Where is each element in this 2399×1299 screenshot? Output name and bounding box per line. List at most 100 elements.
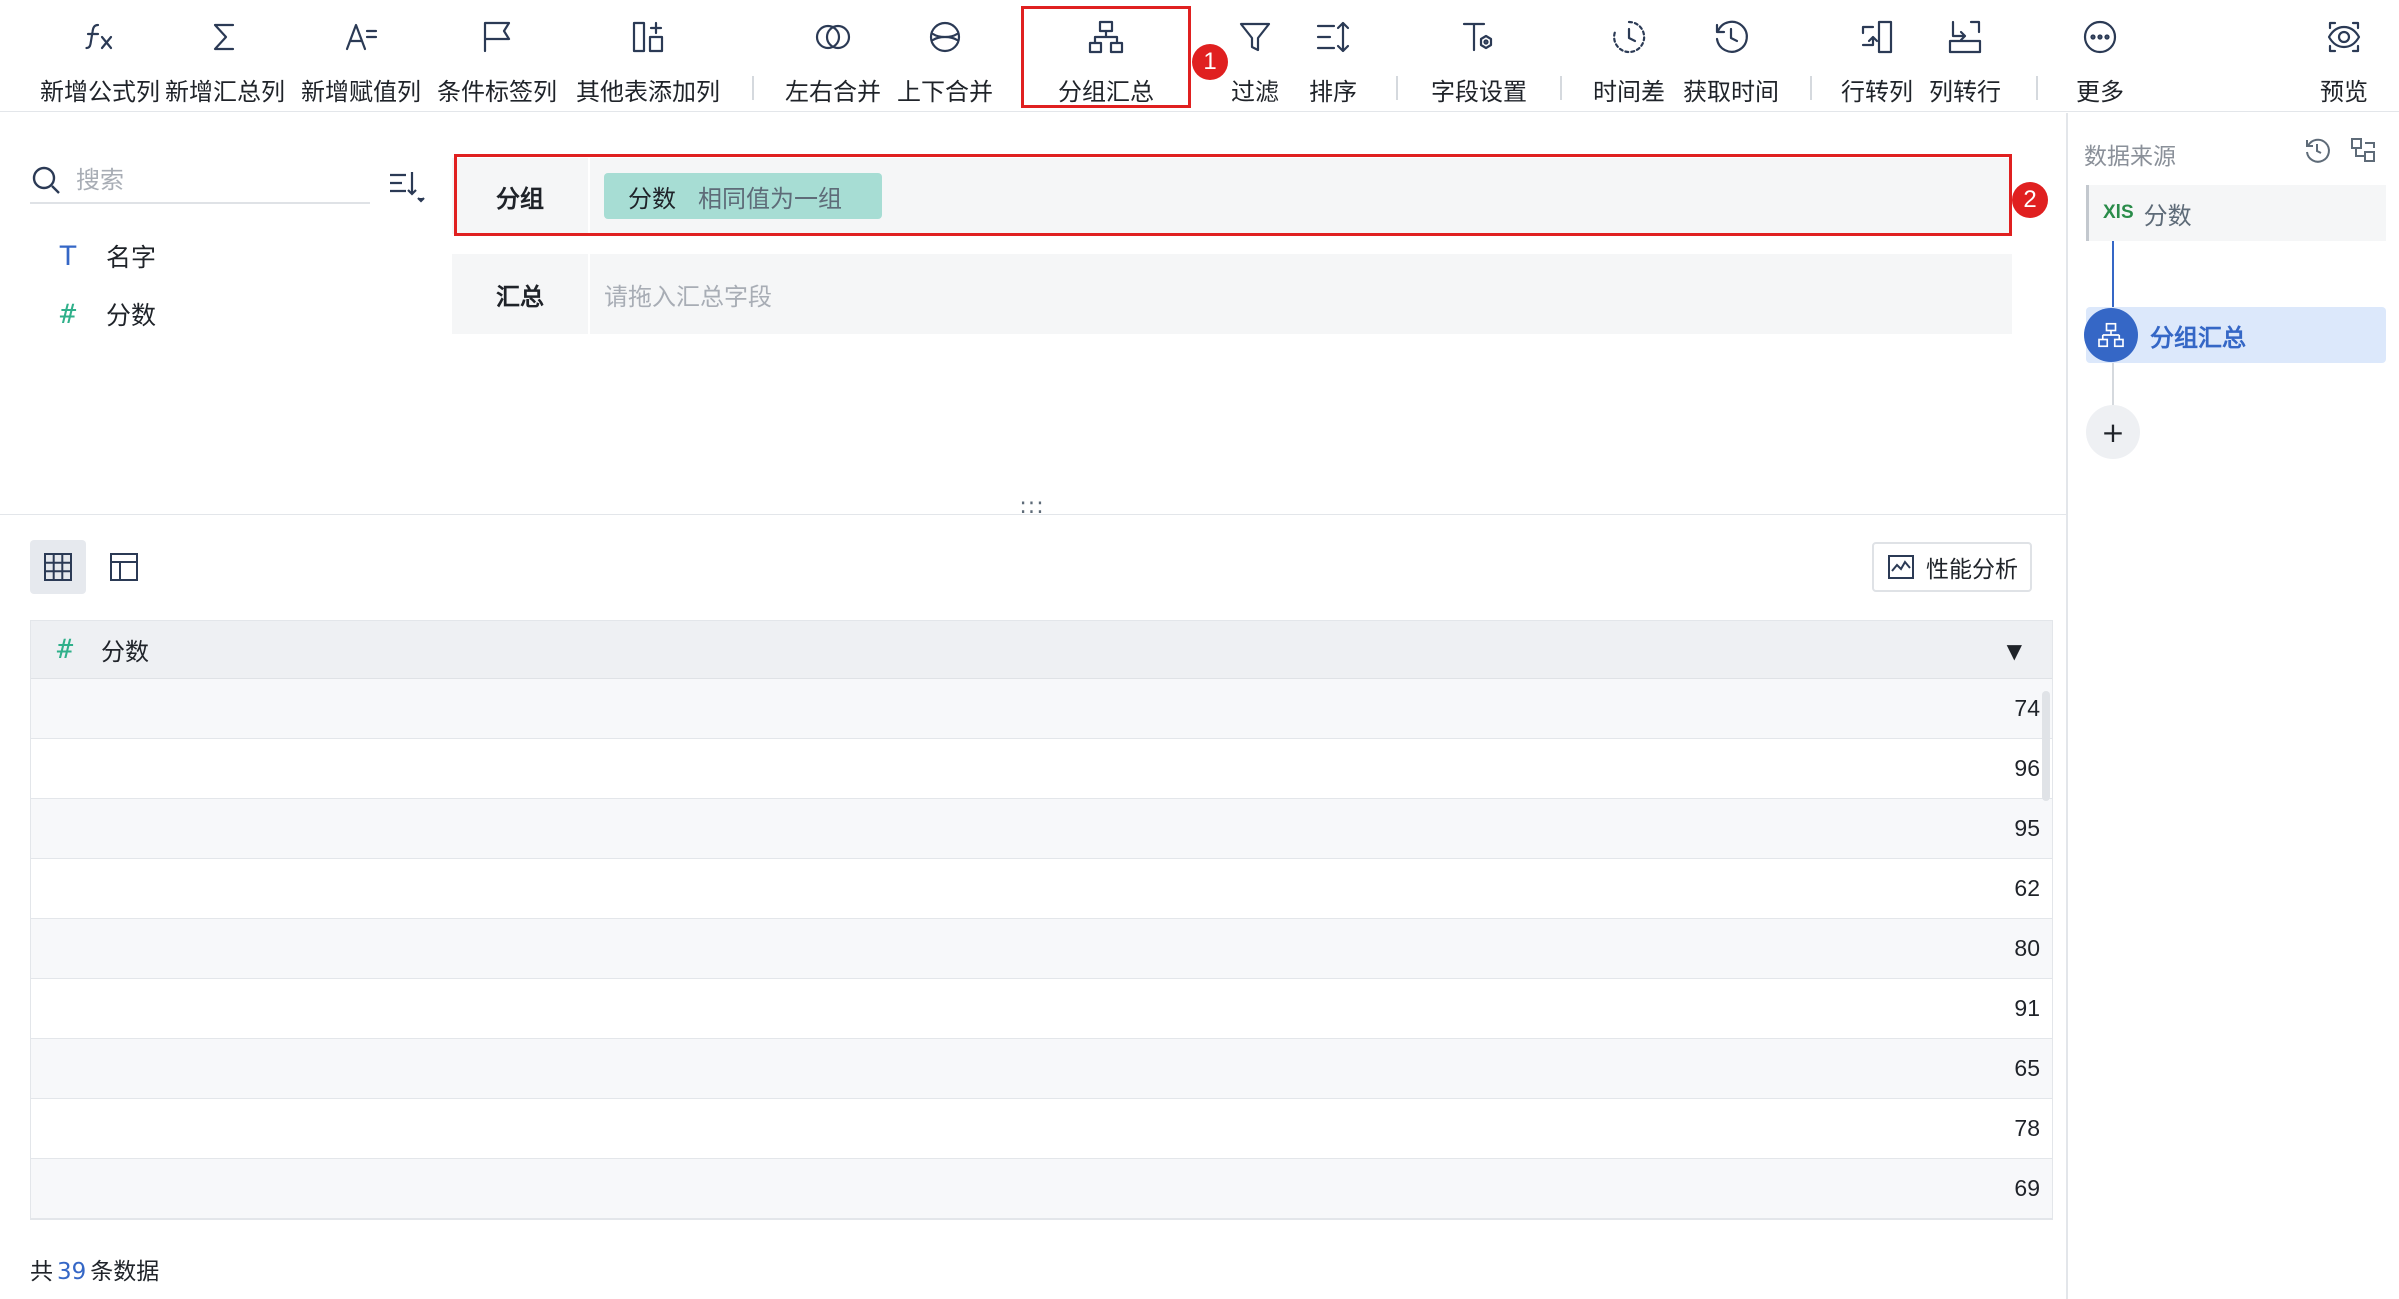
venn-icon: [810, 14, 856, 60]
text-type-icon: T: [59, 240, 77, 272]
table-row: 91: [31, 979, 2052, 1039]
table-row: 65: [31, 1039, 2052, 1099]
filter-button[interactable]: 过滤: [1220, 0, 1290, 112]
toolbar-label: 条件标签列: [437, 78, 557, 106]
performance-analysis-button[interactable]: 性能分析: [1872, 542, 2032, 592]
layout-toggle-button[interactable]: [2346, 133, 2380, 167]
toolbar-label: 新增汇总列: [165, 78, 285, 106]
eye-icon: [2321, 14, 2367, 60]
layout-view-button[interactable]: [96, 540, 152, 594]
toolbar-label: 字段设置: [1431, 78, 1527, 106]
field-settings-icon: [1456, 14, 1502, 60]
add-assign-column-button[interactable]: 新增赋值列: [296, 0, 426, 112]
row-count-prefix: 共: [30, 1259, 53, 1285]
table-scrollbar[interactable]: [2042, 691, 2050, 801]
grid-view-button[interactable]: [30, 540, 86, 594]
perf-button-label: 性能分析: [1926, 557, 2018, 583]
col-to-row-icon: [1942, 14, 1988, 60]
row-count-value: 39: [57, 1259, 87, 1285]
summary-zone[interactable]: 汇总 请拖入汇总字段: [452, 254, 2012, 334]
sort-dropdown-icon: [390, 172, 425, 203]
more-button[interactable]: 更多: [2060, 0, 2140, 112]
table-cell: 80: [2014, 935, 2040, 961]
table-row: 80: [31, 919, 2052, 979]
condition-tag-column-button[interactable]: 条件标签列: [432, 0, 562, 112]
summary-zone-label: 汇总: [452, 254, 590, 334]
step-badge-2: 2: [2012, 182, 2048, 218]
preview-button[interactable]: 预览: [2304, 0, 2384, 112]
field-item-score[interactable]: # 分数: [50, 294, 156, 334]
toolbar-label: 左右合并: [785, 78, 881, 106]
excel-icon: XlS: [2103, 202, 2134, 223]
clock-icon: [1606, 14, 1652, 60]
table-row: 62: [31, 859, 2052, 919]
get-time-button[interactable]: 获取时间: [1676, 0, 1786, 112]
sort-button[interactable]: 排序: [1298, 0, 1368, 112]
field-name: 分数: [106, 301, 157, 330]
table-cell: 96: [2014, 755, 2040, 781]
table-row: 95: [31, 799, 2052, 859]
search-icon: [32, 166, 60, 194]
history-icon: [2306, 138, 2330, 163]
group-zone-highlight: [454, 154, 2012, 236]
toolbar-label: 排序: [1309, 78, 1357, 106]
toolbar-label: 其他表添加列: [576, 78, 720, 106]
group-tree-icon: [2084, 308, 2138, 362]
step-connector: [2112, 241, 2114, 309]
number-type-icon: #: [56, 634, 74, 665]
toolbar-label: 过滤: [1231, 78, 1279, 106]
add-summary-column-button[interactable]: 新增汇总列: [160, 0, 290, 112]
add-column-from-table-button[interactable]: 其他表添加列: [568, 0, 728, 112]
merge-vertical-button[interactable]: 上下合并: [890, 0, 1000, 112]
toolbar-label: 获取时间: [1683, 78, 1779, 106]
time-diff-button[interactable]: 时间差: [1584, 0, 1674, 112]
column-to-row-button[interactable]: 列转行: [1920, 0, 2010, 112]
table-body: 74 96 95 62 80 91 65 78 69: [31, 679, 2052, 1219]
add-formula-column-button[interactable]: 新增公式列: [20, 0, 180, 112]
merge-horizontal-button[interactable]: 左右合并: [778, 0, 888, 112]
add-step-button[interactable]: +: [2086, 405, 2140, 459]
table-row: 78: [31, 1099, 2052, 1159]
field-sort-button[interactable]: [382, 164, 430, 208]
group-summary-highlight: [1021, 6, 1191, 108]
history-button[interactable]: [2300, 133, 2334, 167]
field-item-name[interactable]: T 名字: [50, 236, 156, 276]
search-input[interactable]: [76, 166, 356, 194]
chart-line-icon: [1888, 555, 1914, 579]
table-cell: 69: [2014, 1175, 2040, 1201]
flag-icon: [474, 14, 520, 60]
summary-placeholder: 请拖入汇总字段: [604, 282, 772, 311]
toolbar-separator: [2036, 76, 2038, 100]
row-to-col-icon: [1854, 14, 1900, 60]
step-connector: [2112, 363, 2114, 407]
step-group-summary[interactable]: 分组汇总: [2084, 307, 2386, 363]
column-dropdown-icon[interactable]: ▼: [2007, 639, 2022, 663]
field-name: 名字: [106, 243, 157, 272]
stack-icon: [922, 14, 968, 60]
layout-icon: [110, 553, 138, 581]
table-row: 69: [31, 1159, 2052, 1219]
toolbar-separator: [1810, 76, 1812, 100]
sigma-icon: [202, 14, 248, 60]
field-settings-button[interactable]: 字段设置: [1424, 0, 1534, 112]
step-name: 分组汇总: [2150, 323, 2246, 352]
clock-fetch-icon: [1708, 14, 1754, 60]
toolbar-label: 新增公式列: [40, 78, 160, 106]
step-data-source[interactable]: XlS 分数: [2086, 185, 2386, 241]
toolbar-label: 上下合并: [897, 78, 993, 106]
splitter-handle[interactable]: :::: [1016, 496, 1048, 528]
grid-icon: [44, 553, 72, 581]
field-search: [30, 158, 370, 204]
toolbar: 新增公式列 新增汇总列 新增赋值列 条件标签列 其他表添加列 左右合并 上下合并…: [0, 0, 2399, 112]
sort-icon: [1310, 14, 1356, 60]
table-cell: 91: [2014, 995, 2040, 1021]
row-to-column-button[interactable]: 行转列: [1832, 0, 1922, 112]
table-cell: 95: [2014, 815, 2040, 841]
toolbar-label: 时间差: [1593, 78, 1665, 106]
toolbar-label: 列转行: [1929, 78, 2001, 106]
steps-panel: 数据来源 XlS 分数 分组汇总 +: [2066, 113, 2399, 1299]
formula-icon: [77, 14, 123, 60]
table-cell: 74: [2014, 695, 2040, 721]
filter-icon: [1232, 14, 1278, 60]
table-row: 74: [31, 679, 2052, 739]
